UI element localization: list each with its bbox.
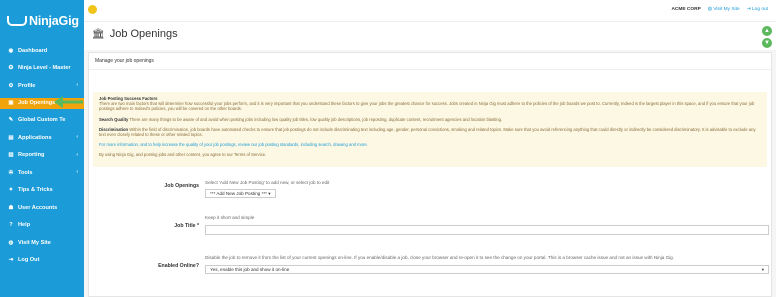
ninja-logo-icon [7, 15, 27, 27]
scroll-down-button[interactable]: ▼ [762, 38, 772, 48]
gear-icon: ⚙ [8, 82, 14, 89]
info-text-1: There are two main factors that will det… [99, 101, 755, 112]
job-title-input[interactable] [205, 224, 769, 235]
top-bar: ACME CORP ◍ Visit My Site ⇥ Log out [84, 0, 776, 22]
sidebar-item-tools[interactable]: ✇ Tools ‹ [0, 164, 84, 182]
chevron-left-icon: ‹ [76, 151, 78, 158]
brand-logo[interactable]: NinjaGig [0, 0, 84, 42]
enabled-row: Enabled Online? Disable the job to remov… [89, 247, 771, 283]
chevron-left-icon: ‹ [76, 134, 78, 140]
logout-link[interactable]: ⇥ Log out [747, 7, 768, 12]
sidebar-item-dashboard[interactable]: ◉ Dashboard [0, 42, 84, 60]
top-links: ACME CORP ◍ Visit My Site ⇥ Log out [671, 7, 768, 12]
app: NinjaGig ◉ Dashboard ✪ Ninja Level - Master… [0, 0, 776, 297]
scroll-up-button[interactable]: ▲ [762, 26, 772, 36]
sidebar-item-tips-tricks[interactable]: ✦ Tips & Tricks [0, 182, 84, 200]
sidebar-item-label: Profile [18, 82, 36, 89]
info-paragraph-4[interactable]: For more information, and to help increa… [99, 142, 761, 147]
chart-icon: ▥ [8, 152, 14, 159]
org-name: ACME CORP [671, 7, 701, 12]
info-lead-2: Search Quality [99, 116, 129, 122]
chevron-left-icon: ‹ [76, 82, 78, 88]
edit-icon: ✎ [8, 117, 14, 124]
sidebar-item-reporting[interactable]: ▥ Reporting ‹ [0, 147, 84, 165]
visit-site-link[interactable]: ◍ Visit My Site [708, 7, 740, 12]
file-icon: ▤ [8, 134, 14, 141]
pointer-arrow-icon [54, 96, 83, 108]
job-title-help: Keep it short and simple [205, 214, 255, 220]
sidebar-item-label: Tips & Tricks [18, 187, 53, 194]
visit-site-label: Visit My Site [713, 7, 740, 12]
sidebar-item-global-custom-te[interactable]: ✎ Global Custom Te [0, 112, 84, 130]
sidebar-item-label: Dashboard [18, 47, 48, 54]
status-dot-icon[interactable] [88, 5, 97, 14]
magic-icon: ✦ [8, 187, 14, 194]
page-title-text: Job Openings [109, 28, 178, 40]
sidebar-nav: ◉ Dashboard ✪ Ninja Level - Master ⚙ Profile ‹… [0, 42, 84, 269]
star-icon: ✪ [8, 65, 14, 72]
sidebar-item-label: Reporting [18, 152, 45, 159]
chevron-left-icon: ‹ [76, 169, 78, 175]
chevron-down-icon: ▾ [761, 266, 764, 272]
sidebar-item-label: Global Custom Te [18, 117, 66, 124]
sidebar-item-label: Job Openings [18, 100, 56, 106]
sidebar-item-ninja-level-master[interactable]: ✪ Ninja Level - Master [0, 60, 84, 78]
sidebar: NinjaGig ◉ Dashboard ✪ Ninja Level - Master… [0, 0, 84, 297]
sidebar-item-label: User Accounts [18, 204, 58, 211]
enabled-help: Disable the job to remove it from the li… [205, 254, 674, 260]
logout-label: Log out [751, 7, 768, 12]
main-content: Manage your job openings Job Posting Suc… [88, 52, 772, 297]
sidebar-item-help[interactable]: ? Help [0, 217, 84, 235]
sidebar-item-label: Ninja Level - Master [18, 65, 71, 72]
info-box: Job Posting Success Factors There are tw… [93, 92, 767, 167]
user-icon: ☗ [8, 204, 14, 211]
sidebar-item-label: Visit My Site [18, 239, 51, 246]
sidebar-item-profile[interactable]: ⚙ Profile ‹ [0, 77, 84, 95]
page-title: 🏛 Job Openings [92, 28, 178, 40]
brand-name: NinjaGig [29, 14, 79, 28]
info-paragraph-1: Job Posting Success Factors There are tw… [99, 96, 761, 112]
job-openings-row: Job Openings Select 'Add New Job Posting… [89, 175, 771, 211]
enabled-select-value: Yes, enable this job and show it on-line [210, 266, 290, 272]
sidebar-item-label: Tools [18, 169, 33, 176]
info-text-3: Within the field of discrimination, job … [99, 126, 756, 138]
job-title-row: Job Title * Keep it short and simple [89, 211, 771, 247]
dashboard-icon: ◉ [8, 47, 14, 54]
globe-icon: ◍ [8, 239, 14, 246]
job-openings-help: Select 'Add New Job Posting' to add new,… [205, 179, 330, 185]
help-icon: ? [9, 222, 13, 229]
sidebar-item-applications[interactable]: ▤ Applications ‹ [0, 129, 84, 147]
folder-icon: ▣ [8, 100, 14, 106]
sidebar-item-label: Applications [18, 134, 52, 141]
job-title-label: Job Title * [174, 222, 199, 229]
bank-icon: 🏛 [92, 28, 105, 40]
info-paragraph-2: Search Quality There are many things to … [99, 117, 761, 122]
job-openings-select[interactable]: *** Add New Job Posting *** ▾ [205, 188, 276, 198]
sidebar-item-label: Log Out [18, 257, 40, 264]
sidebar-item-user-accounts[interactable]: ☗ User Accounts [0, 199, 84, 217]
logout-icon: ⇥ [8, 257, 14, 264]
sidebar-item-log-out[interactable]: ⇥ Log Out [0, 252, 84, 270]
subheading: Manage your job openings [89, 53, 771, 70]
info-text-2: There are many things to be aware of and… [129, 116, 503, 122]
enabled-select[interactable]: Yes, enable this job and show it on-line… [205, 264, 769, 274]
wrench-icon: ✇ [8, 169, 14, 176]
enabled-label: Enabled Online? [158, 262, 199, 269]
info-paragraph-3: Discrimination Within the field of discr… [99, 127, 761, 137]
job-openings-label: Job Openings [164, 182, 199, 189]
info-paragraph-5: By using Ninja Gig, and posting jobs and… [99, 152, 267, 158]
sidebar-item-label: Help [18, 222, 31, 229]
sidebar-item-visit-my-site[interactable]: ◍ Visit My Site [0, 234, 84, 252]
title-bar: 🏛 Job Openings ▲ ▼ [84, 22, 776, 50]
